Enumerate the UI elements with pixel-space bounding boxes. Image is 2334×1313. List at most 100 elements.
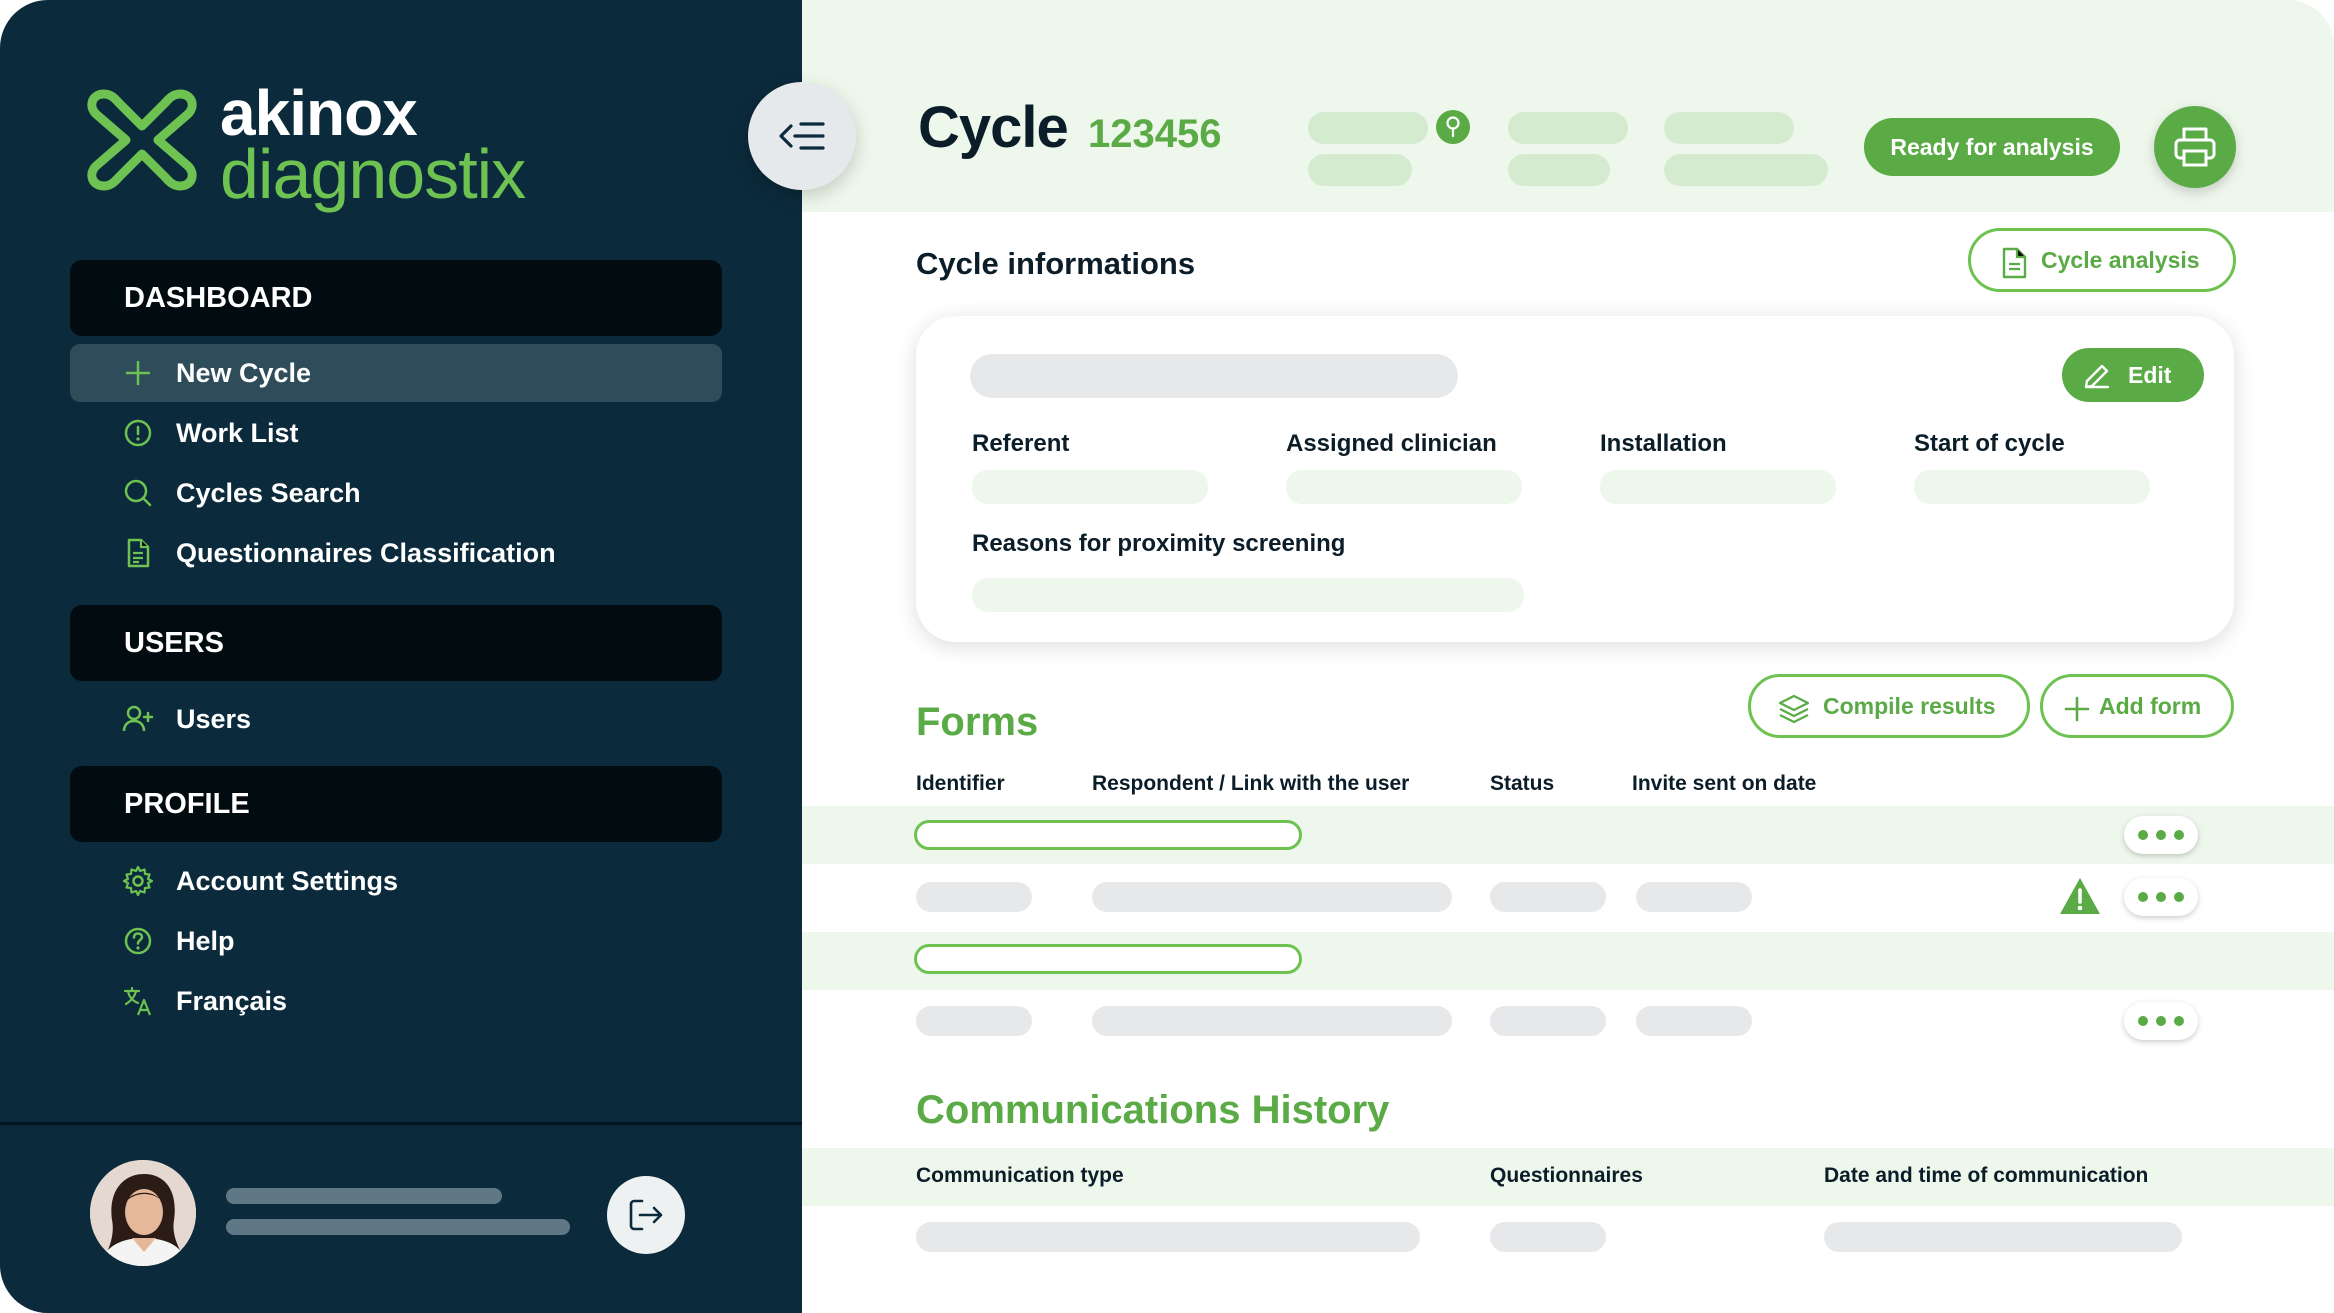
brand-logo: akinox diagnostix	[86, 78, 606, 213]
main-content: Cycle 123456 Ready for analysis Cycle in…	[802, 0, 2334, 1313]
comm-questionnaires-placeholder	[1490, 1222, 1606, 1252]
comm-datetime-placeholder	[1824, 1222, 2182, 1252]
row-identifier-input[interactable]	[914, 944, 1302, 974]
header-placeholder	[1308, 154, 1412, 186]
header-placeholder	[1664, 154, 1828, 186]
sidebar-item-account-settings[interactable]: Account Settings	[70, 852, 722, 910]
field-label-assigned-clinician: Assigned clinician	[1286, 430, 1497, 457]
add-form-button[interactable]: Add form	[2040, 674, 2234, 738]
sidebar-item-language[interactable]: Français	[70, 972, 722, 1030]
sidebar-item-label: Questionnaires Classification	[176, 538, 556, 568]
sidebar-item-label: Help	[176, 926, 235, 956]
dot	[2156, 892, 2166, 902]
page-title: Cycle	[918, 95, 1069, 160]
installation-value	[1600, 470, 1836, 504]
search-icon	[124, 479, 152, 507]
logout-button[interactable]	[607, 1176, 685, 1254]
cycle-name-placeholder	[970, 354, 1458, 398]
collapse-icon	[779, 122, 825, 150]
logout-icon	[629, 1199, 663, 1231]
row-more-button[interactable]	[2124, 878, 2198, 916]
cycle-header: Cycle 123456 Ready for analysis	[802, 0, 2334, 212]
reasons-value	[972, 578, 1524, 612]
row-date-placeholder	[1636, 1006, 1752, 1036]
dot	[2174, 830, 2184, 840]
sidebar-item-users[interactable]: Users	[70, 690, 722, 748]
row-respondent-placeholder	[1092, 882, 1452, 912]
dot	[2156, 830, 2166, 840]
comm-col-questionnaires: Questionnaires	[1490, 1164, 1643, 1187]
cycle-informations-title: Cycle informations	[916, 246, 1196, 281]
header-placeholder	[1508, 112, 1628, 144]
sidebar-item-help[interactable]: Help	[70, 912, 722, 970]
sidebar-item-label: Cycles Search	[176, 478, 361, 508]
user-role-placeholder	[226, 1219, 570, 1235]
row-identifier-input[interactable]	[914, 820, 1302, 850]
sidebar-item-cycles-search[interactable]: Cycles Search	[70, 464, 722, 522]
warning-icon	[2060, 878, 2100, 914]
row-more-button[interactable]	[2124, 816, 2198, 854]
gear-icon	[122, 865, 154, 897]
comm-type-placeholder	[916, 1222, 1420, 1252]
section-dashboard: DASHBOARD	[70, 260, 722, 336]
app-root: akinox diagnostix DASHBOARD New Cycle Wo…	[0, 0, 2334, 1313]
comm-col-datetime: Date and time of communication	[1824, 1164, 2149, 1187]
header-placeholder	[1308, 112, 1428, 144]
forms-title: Forms	[916, 700, 1039, 744]
row-identifier-placeholder	[916, 882, 1032, 912]
sidebar-divider	[0, 1122, 802, 1125]
plus-icon	[2064, 696, 2090, 722]
header-placeholder	[1664, 112, 1794, 144]
logo-mark-icon	[87, 89, 197, 191]
forms-col-status: Status	[1490, 772, 1555, 795]
dot	[2138, 892, 2148, 902]
assigned-clinician-value	[1286, 470, 1522, 504]
dot	[2156, 1016, 2166, 1026]
sidebar-item-new-cycle[interactable]: New Cycle	[70, 344, 722, 402]
add-form-label: Add form	[2099, 693, 2202, 719]
sidebar-item-work-list[interactable]: Work List	[70, 404, 722, 462]
ready-for-analysis-badge[interactable]: Ready for analysis	[1864, 118, 2120, 176]
field-label-referent: Referent	[972, 430, 1070, 457]
row-more-button[interactable]	[2124, 1002, 2198, 1040]
edit-label: Edit	[2128, 362, 2172, 388]
layers-icon	[1778, 694, 1810, 724]
forms-col-invite-date: Invite sent on date	[1632, 772, 1817, 795]
compile-results-label: Compile results	[1823, 693, 1996, 719]
cycle-analysis-button[interactable]: Cycle analysis	[1968, 228, 2236, 292]
sidebar-item-questionnaires-classification[interactable]: Questionnaires Classification	[70, 524, 722, 582]
section-users: USERS	[70, 605, 722, 681]
row-respondent-placeholder	[1092, 1006, 1452, 1036]
compile-results-button[interactable]: Compile results	[1748, 674, 2030, 738]
sidebar-item-label: Français	[176, 986, 288, 1016]
brand-subname: diagnostix	[220, 135, 526, 213]
row-identifier-placeholder	[916, 1006, 1032, 1036]
print-button[interactable]	[2154, 106, 2236, 188]
plus-icon	[125, 360, 151, 386]
dot	[2174, 892, 2184, 902]
field-label-reasons: Reasons for proximity screening	[972, 530, 1346, 557]
avatar-photo-icon	[90, 1160, 196, 1266]
dot	[2138, 830, 2148, 840]
forms-col-respondent: Respondent / Link with the user	[1092, 772, 1410, 795]
avatar[interactable]	[90, 1160, 196, 1266]
translate-icon	[123, 986, 152, 1016]
forms-col-identifier: Identifier	[916, 772, 1005, 795]
cycle-analysis-label: Cycle analysis	[2041, 247, 2200, 273]
cycle-id: 123456	[1088, 112, 1222, 156]
comm-col-type: Communication type	[916, 1164, 1124, 1187]
dot	[2174, 1016, 2184, 1026]
section-profile: PROFILE	[70, 766, 722, 842]
printer-icon	[2174, 127, 2216, 167]
sidebar: akinox diagnostix DASHBOARD New Cycle Wo…	[0, 0, 802, 1313]
sidebar-item-label: New Cycle	[176, 358, 312, 388]
edit-button[interactable]: Edit	[2062, 348, 2204, 402]
row-date-placeholder	[1636, 882, 1752, 912]
sidebar-item-label: Work List	[176, 418, 299, 448]
location-pin-icon	[1436, 110, 1470, 144]
field-label-start-of-cycle: Start of cycle	[1914, 430, 2065, 457]
referent-value	[972, 470, 1208, 504]
alert-circle-icon	[124, 419, 152, 447]
collapse-sidebar-button[interactable]	[748, 82, 856, 190]
pencil-icon	[2084, 364, 2110, 389]
